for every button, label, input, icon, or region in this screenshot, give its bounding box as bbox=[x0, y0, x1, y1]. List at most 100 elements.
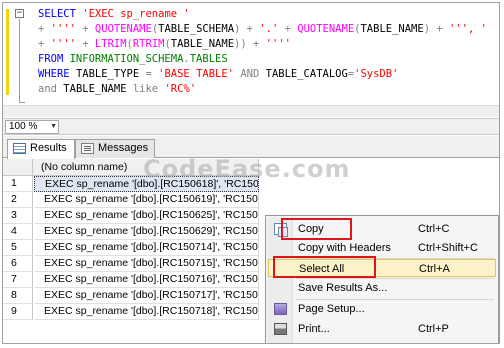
grid-icon bbox=[13, 143, 26, 154]
code-token: 'RC%' bbox=[164, 83, 197, 95]
menu-item-label: Print... bbox=[298, 323, 330, 335]
row-number[interactable]: 7 bbox=[3, 272, 33, 288]
code-token: SELECT bbox=[38, 8, 83, 20]
table-cell[interactable]: EXEC sp_rename '[dbo].[RC150718]', 'RC15… bbox=[34, 304, 259, 320]
code-token: '''' bbox=[265, 38, 291, 50]
sql-editor[interactable]: − SELECT 'EXEC sp_rename ' + '''' + QUOTE… bbox=[3, 3, 499, 118]
print-icon bbox=[274, 323, 287, 335]
menu-item-shortcut: Ctrl+P bbox=[418, 323, 449, 335]
code-line[interactable]: + '''' + LTRIM(RTRIM(TABLE_NAME)) + '''' bbox=[38, 37, 487, 52]
table-cell[interactable]: EXEC sp_rename '[dbo].[RC150715]', 'RC15… bbox=[34, 256, 259, 272]
code-token: + bbox=[38, 38, 51, 50]
zoom-select[interactable]: 100 % ▼ bbox=[5, 120, 59, 134]
code-token: TABLE_NAME bbox=[170, 38, 235, 50]
table-cell[interactable]: EXEC sp_rename '[dbo].[RC150629]', 'RC15… bbox=[34, 224, 259, 240]
menu-separator bbox=[296, 299, 494, 300]
code-token: + bbox=[278, 23, 298, 35]
row-number[interactable]: 3 bbox=[3, 208, 33, 224]
code-token: WHERE bbox=[38, 68, 76, 80]
code-token: 'BASE TABLE' bbox=[158, 68, 241, 80]
code-token: ) + bbox=[234, 23, 260, 35]
menu-item-copy-with-headers[interactable]: Copy with Headers Ctrl+Shift+C bbox=[268, 239, 496, 257]
tab-messages-label: Messages bbox=[98, 142, 149, 154]
copy-icon bbox=[274, 223, 288, 237]
code-token: + bbox=[82, 23, 95, 35]
code-token: '''' bbox=[50, 23, 83, 35]
code-token: '''' bbox=[50, 38, 83, 50]
table-cell[interactable]: EXEC sp_rename '[dbo].[RC150625]', 'RC15… bbox=[34, 208, 259, 224]
table-cell[interactable]: EXEC sp_rename '[dbo].[RC150714]', 'RC15… bbox=[34, 240, 259, 256]
code-token: )) + bbox=[234, 38, 266, 50]
ssms-query-window: − SELECT 'EXEC sp_rename ' + '''' + QUOTE… bbox=[2, 2, 500, 344]
row-number[interactable]: 2 bbox=[3, 192, 33, 208]
code-token: ) + bbox=[423, 23, 449, 35]
menu-item-print[interactable]: Print... Ctrl+P bbox=[268, 320, 496, 338]
column-header[interactable]: (No column name) bbox=[33, 159, 259, 176]
zoom-bar: 100 % ▼ bbox=[3, 118, 499, 135]
code-line[interactable]: SELECT 'EXEC sp_rename ' bbox=[38, 7, 487, 22]
code-token: + bbox=[82, 38, 95, 50]
code-token: = bbox=[145, 68, 159, 80]
tab-results[interactable]: Results bbox=[7, 139, 75, 159]
menu-item-page-setup[interactable]: Page Setup... bbox=[268, 300, 496, 318]
code-token: TABLE_NAME bbox=[63, 83, 133, 95]
menu-item-shortcut: Ctrl+Shift+C bbox=[418, 242, 478, 254]
code-token: like bbox=[132, 83, 165, 95]
code-token: TABLE_NAME bbox=[360, 23, 424, 35]
row-number[interactable]: 1 bbox=[3, 176, 33, 192]
code-token: QUOTENAME bbox=[297, 23, 355, 35]
row-number[interactable]: 4 bbox=[3, 224, 33, 240]
code-line[interactable]: WHERE TABLE_TYPE = 'BASE TABLE' AND TABL… bbox=[38, 67, 487, 82]
code-token: TABLE_TYPE bbox=[75, 68, 146, 80]
messages-icon bbox=[81, 143, 94, 154]
code-token: + bbox=[38, 23, 51, 35]
menu-item-label: Copy with Headers bbox=[298, 242, 391, 254]
sql-code[interactable]: SELECT 'EXEC sp_rename ' + '''' + QUOTENA… bbox=[38, 7, 487, 97]
menu-item-label: Page Setup... bbox=[298, 303, 365, 315]
code-token: AND bbox=[240, 68, 266, 80]
row-number[interactable]: 6 bbox=[3, 256, 33, 272]
menu-separator bbox=[296, 278, 494, 279]
menu-item-save-results-as[interactable]: Save Results As... bbox=[268, 279, 496, 297]
zoom-value: 100 % bbox=[9, 121, 38, 132]
code-line[interactable]: FROM INFORMATION_SCHEMA.TABLES bbox=[38, 52, 487, 67]
code-token: INFORMATION_SCHEMA bbox=[69, 53, 184, 65]
page-setup-icon bbox=[274, 303, 287, 315]
menu-item-shortcut: Ctrl+C bbox=[418, 223, 450, 235]
code-token: TABLE_CATALOG bbox=[265, 68, 348, 80]
chevron-down-icon[interactable]: ▼ bbox=[50, 121, 57, 133]
menu-item-copy[interactable]: Copy Ctrl+C bbox=[268, 220, 496, 238]
table-cell[interactable]: EXEC sp_rename '[dbo].[RC150716]', 'RC15… bbox=[34, 272, 259, 288]
row-number[interactable]: 8 bbox=[3, 288, 33, 304]
menu-item-shortcut: Ctrl+A bbox=[419, 263, 450, 275]
code-token: ''', ' bbox=[449, 23, 487, 35]
table-cell[interactable]: EXEC sp_rename '[dbo].[RC150619]', 'RC15… bbox=[34, 192, 259, 208]
menu-separator bbox=[296, 258, 494, 259]
tab-results-label: Results bbox=[30, 142, 67, 154]
tab-messages[interactable]: Messages bbox=[75, 139, 155, 158]
menu-item-select-all[interactable]: Select All Ctrl+A bbox=[268, 259, 496, 277]
grid-corner[interactable] bbox=[3, 159, 33, 176]
code-line[interactable]: + '''' + QUOTENAME(TABLE_SCHEMA) + '.' +… bbox=[38, 22, 487, 37]
outline-end bbox=[19, 102, 25, 103]
code-token: 'EXEC sp_rename ' bbox=[82, 8, 190, 20]
code-token: TABLE_SCHEMA bbox=[158, 23, 235, 35]
editor-gutter: − bbox=[6, 5, 25, 117]
context-menu: Copy Ctrl+C Copy with Headers Ctrl+Shift+C S… bbox=[265, 215, 499, 343]
menu-item-label: Select All bbox=[299, 263, 345, 275]
code-token: TABLES bbox=[189, 53, 228, 65]
code-token: LTRIM bbox=[94, 38, 127, 50]
code-token: and bbox=[38, 83, 64, 95]
table-cell[interactable]: EXEC sp_rename '[dbo].[RC150717]', 'RC15… bbox=[34, 288, 259, 304]
row-number[interactable]: 9 bbox=[3, 304, 33, 320]
collapse-toggle-icon[interactable]: − bbox=[15, 9, 24, 18]
menu-item-label: Copy bbox=[298, 223, 324, 235]
code-line[interactable]: and TABLE_NAME like 'RC%' bbox=[38, 82, 487, 97]
table-cell[interactable]: EXEC sp_rename '[dbo].[RC150618]', 'RC15… bbox=[34, 176, 259, 192]
editor-horizontal-scrollbar[interactable] bbox=[3, 105, 499, 117]
outline-line bbox=[19, 19, 20, 103]
code-token: RTRIM bbox=[132, 38, 165, 50]
code-token: 'SysDB' bbox=[354, 68, 399, 80]
code-token: FROM bbox=[38, 53, 70, 65]
row-number[interactable]: 5 bbox=[3, 240, 33, 256]
